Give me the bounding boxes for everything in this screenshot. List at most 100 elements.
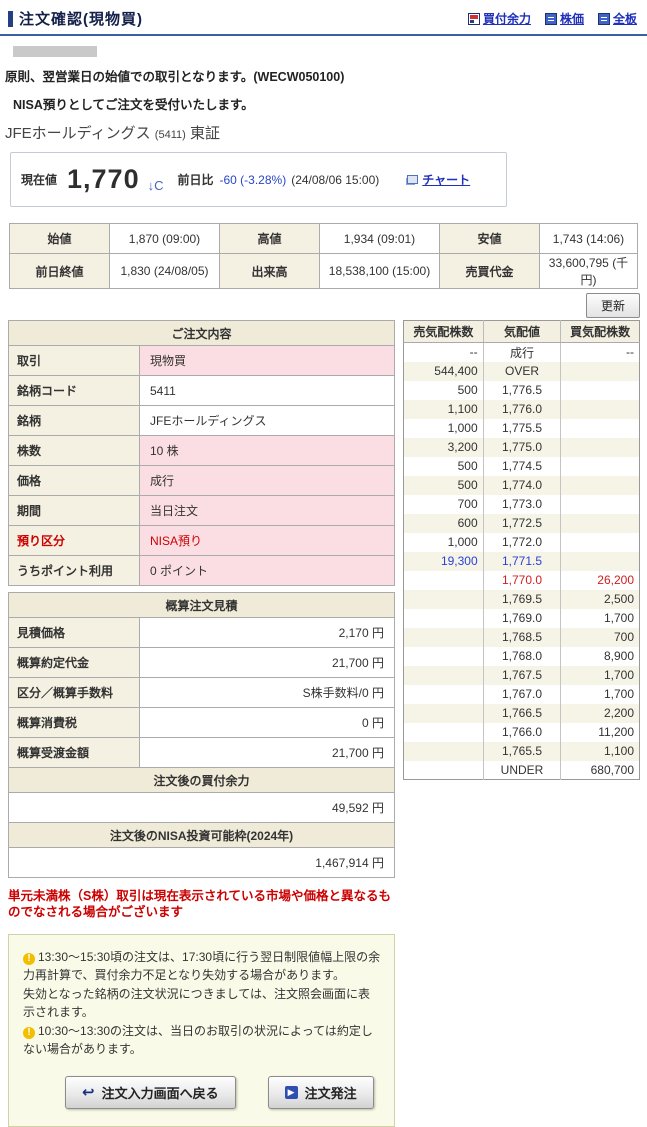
refresh-row: 更新 (403, 293, 640, 320)
order-row: 銘柄JFEホールディングス (9, 406, 395, 436)
order-row: 銘柄コード5411 (9, 376, 395, 406)
estimate-row: 区分／概算手数料S株手数料/0 円 (9, 678, 395, 708)
market-value: 1,830 (24/08/05) (110, 254, 220, 289)
book-sell-qty: 3,200 (404, 438, 484, 457)
title-left: 注文確認(現物買) (8, 8, 143, 29)
book-header-row: 売気配株数気配値買気配株数 (404, 321, 640, 343)
book-row: --成行-- (404, 343, 640, 362)
estimate-row: 概算消費税0 円 (9, 708, 395, 738)
chart-link[interactable]: チャート (422, 171, 470, 188)
book-buy-qty (561, 495, 640, 514)
refresh-button[interactable]: 更新 (586, 293, 640, 318)
book-price: 1,775.5 (483, 419, 561, 438)
book-sell-qty (404, 628, 484, 647)
book-price: 1,765.5 (483, 742, 561, 761)
book-price: 1,776.0 (483, 400, 561, 419)
market-label: 出来高 (220, 254, 320, 289)
place-order-button[interactable]: ▶ 注文発注 (268, 1076, 374, 1109)
book-buy-qty (561, 476, 640, 495)
book-row: 544,400OVER (404, 362, 640, 381)
full-board-link[interactable]: 全板 (613, 10, 637, 27)
book-buy-qty (561, 438, 640, 457)
book-price: 1,773.0 (483, 495, 561, 514)
book-price: 1,766.0 (483, 723, 561, 742)
order-row-label: 取引 (9, 346, 140, 376)
stock-title: JFEホールディングス (5411) 東証 (5, 122, 647, 143)
order-row-value: JFEホールディングス (140, 406, 395, 436)
book-row: 1,768.08,900 (404, 647, 640, 666)
order-row-label: 期間 (9, 496, 140, 526)
nisa-notice: NISA預りとしてご注文を受付いたします。 (13, 94, 647, 113)
back-to-order-entry-button[interactable]: ↩ 注文入力画面へ戻る (65, 1076, 236, 1109)
book-row: 1,768.5700 (404, 628, 640, 647)
order-book-table: 売気配株数気配値買気配株数--成行--544,400OVER5001,776.5… (403, 320, 640, 780)
estimate-section-value-row: 1,467,914 円 (9, 848, 395, 878)
book-buy-qty (561, 552, 640, 571)
order-row-value: 0 ポイント (140, 556, 395, 586)
down-tick-icon: ↓C (148, 178, 164, 193)
book-sell-qty (404, 647, 484, 666)
book-sell-qty: 19,300 (404, 552, 484, 571)
book-sell-qty (404, 723, 484, 742)
estimate-row-label: 概算消費税 (9, 708, 140, 738)
notice-lines: !13:30～15:30頃の注文は、17:30頃に行う翌日制限値幅上限の余力再計… (23, 948, 382, 1060)
book-buy-qty (561, 533, 640, 552)
book-price: 1,775.0 (483, 438, 561, 457)
book-buy-qty: 2,200 (561, 704, 640, 723)
book-header-buy-qty: 買気配株数 (561, 321, 640, 343)
book-sell-qty (404, 742, 484, 761)
quote-timestamp: (24/08/06 15:00) (291, 173, 379, 187)
redacted-account-name (13, 46, 97, 57)
order-row: 株数10 株 (9, 436, 395, 466)
book-sell-qty: 544,400 (404, 362, 484, 381)
book-price: 1,768.0 (483, 647, 561, 666)
book-row: 19,3001,771.5 (404, 552, 640, 571)
stock-price-link[interactable]: 株価 (560, 10, 584, 27)
order-title-row: ご注文内容 (9, 321, 395, 346)
estimate-row-label: 概算約定代金 (9, 648, 140, 678)
book-price: 1,771.5 (483, 552, 561, 571)
order-row-value: 成行 (140, 466, 395, 496)
estimate-row-label: 概算受渡金額 (9, 738, 140, 768)
order-row-value: NISA預り (140, 526, 395, 556)
notice-line: !13:30～15:30頃の注文は、17:30頃に行う翌日制限値幅上限の余力再計… (23, 948, 382, 985)
book-row: 1,766.52,200 (404, 704, 640, 723)
estimate-row-label: 区分／概算手数料 (9, 678, 140, 708)
current-price-label: 現在値 (21, 171, 57, 188)
market-data-table: 始値1,870 (09:00)高値1,934 (09:01)安値1,743 (1… (9, 223, 638, 289)
book-sell-qty (404, 590, 484, 609)
book-sell-qty (404, 704, 484, 723)
estimate-section-value-row: 49,592 円 (9, 793, 395, 823)
book-price: 1,774.5 (483, 457, 561, 476)
buying-power-link[interactable]: 買付余力 (483, 10, 531, 27)
market-label: 始値 (10, 224, 110, 254)
book-row: 1,767.51,700 (404, 666, 640, 685)
back-button-label: 注文入力画面へ戻る (102, 1083, 219, 1102)
book-row: 1,769.01,700 (404, 609, 640, 628)
book-row: 1,765.51,100 (404, 742, 640, 761)
estimate-row: 見積価格2,170 円 (9, 618, 395, 648)
book-price: 成行 (483, 343, 561, 362)
estimate-section-value: 1,467,914 円 (9, 848, 395, 878)
order-row-label: 価格 (9, 466, 140, 496)
order-row-label: 銘柄コード (9, 376, 140, 406)
current-price-value: 1,770 (67, 166, 140, 193)
estimate-row-label: 見積価格 (9, 618, 140, 648)
estimate-title-row: 概算注文見積 (9, 593, 395, 618)
book-row: 1,766.011,200 (404, 723, 640, 742)
order-column: ご注文内容取引現物買銘柄コード5411銘柄JFEホールディングス株数10 株価格… (8, 320, 395, 1127)
notice-box: !13:30～15:30頃の注文は、17:30頃に行う翌日制限値幅上限の余力再計… (8, 934, 395, 1127)
change-label: 前日比 (177, 171, 213, 188)
book-row: UNDER680,700 (404, 761, 640, 780)
market-value: 18,538,100 (15:00) (320, 254, 440, 289)
book-price: 1,769.0 (483, 609, 561, 628)
book-buy-qty (561, 400, 640, 419)
title-bar: 注文確認(現物買) 買付余力 株価 全板 (0, 0, 647, 34)
stock-name: JFEホールディングス (5, 125, 151, 142)
book-price: 1,767.0 (483, 685, 561, 704)
title-separator (0, 34, 647, 36)
market-label: 安値 (440, 224, 540, 254)
order-row: うちポイント利用0 ポイント (9, 556, 395, 586)
book-buy-qty (561, 381, 640, 400)
estimate-row: 概算約定代金21,700 円 (9, 648, 395, 678)
